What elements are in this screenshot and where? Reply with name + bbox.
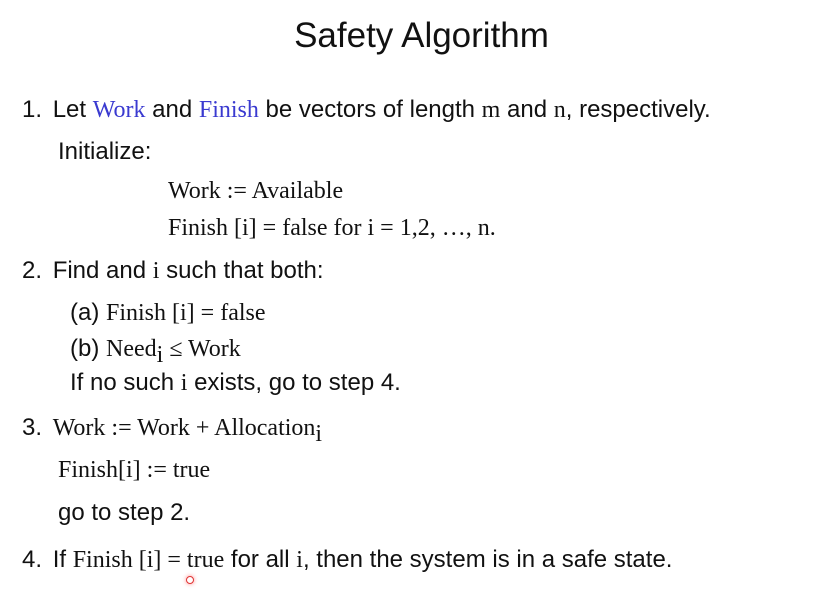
work-update: Work := Work + Allocation <box>52 415 316 441</box>
condition-a: (a) Finish [i] = false <box>70 298 266 328</box>
init-finish: Finish [i] = false for i = 1,2, …, n. <box>168 215 496 241</box>
label: (a) <box>70 299 106 326</box>
finish-update: Finish[i] := true <box>58 457 211 483</box>
text: Find and <box>52 257 153 284</box>
no-such-i: If no such i exists, go to step 4. <box>70 368 401 398</box>
text: and <box>145 96 199 123</box>
goto-step-2: go to step 2. <box>58 499 191 526</box>
need: Need <box>106 336 157 362</box>
text: be vectors of length <box>258 96 482 123</box>
var-m: m <box>481 97 501 123</box>
initialize-label: Initialize: <box>58 138 152 165</box>
step-number: 3. <box>22 414 43 441</box>
text: , respectively. <box>565 96 711 123</box>
step-number: 4. <box>22 546 43 573</box>
work-keyword: Work <box>92 97 146 123</box>
mouse-cursor-indicator <box>186 576 194 584</box>
text: exists, go to step 4. <box>187 369 401 396</box>
text: such that both: <box>159 257 324 284</box>
condition: Finish [i] = true <box>72 547 225 573</box>
finish-keyword: Finish <box>198 97 259 123</box>
step-2: 2. Find and i such that both: <box>22 256 324 286</box>
label: (b) <box>70 335 106 362</box>
step-3: 3. Work := Work + Allocationi <box>22 413 322 449</box>
text: Let <box>52 96 93 123</box>
step-1: 1. Let Work and Finish be vectors of len… <box>22 95 711 125</box>
text: and <box>500 96 554 123</box>
condition-b: (b) Needi ≤ Work <box>70 334 241 370</box>
init-work: Work := Available <box>168 178 344 204</box>
step-number: 1. <box>22 96 43 123</box>
condition: ≤ Work <box>163 336 241 362</box>
slide-title: Safety Algorithm <box>294 16 549 55</box>
text: for all <box>224 546 297 573</box>
condition: Finish [i] = false <box>106 300 266 326</box>
text: If no such <box>70 369 181 396</box>
step-4: 4. If Finish [i] = true for all i, then … <box>22 545 672 575</box>
var-n: n <box>553 97 566 123</box>
subscript: i <box>315 421 323 447</box>
text: , then the system is in a safe state. <box>302 546 673 573</box>
var-i: i <box>296 547 303 573</box>
text: If <box>52 546 73 573</box>
step-number: 2. <box>22 257 43 284</box>
